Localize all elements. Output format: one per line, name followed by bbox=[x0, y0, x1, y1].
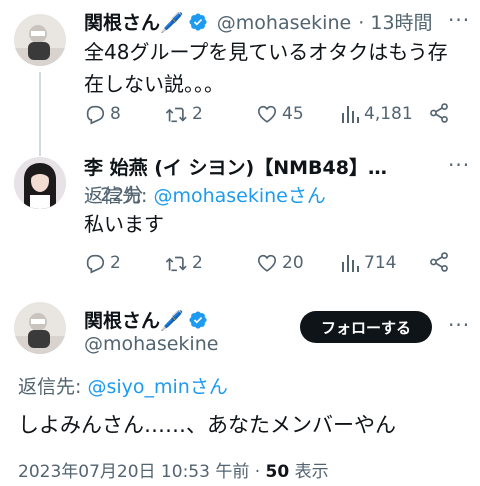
tweet-timestamp[interactable]: 2023年07月20日 10:53 午前 · bbox=[18, 462, 266, 482]
views-count: 4,181 bbox=[364, 104, 413, 124]
retweet-button[interactable]: 2 bbox=[164, 103, 203, 125]
tweet1-header: 関根さん🖊️ @mohasekine · 13時間 bbox=[84, 8, 433, 35]
tweet3-text: しよみんさん……、あなたメンバーやん bbox=[18, 413, 396, 437]
thread-line bbox=[39, 72, 41, 156]
retweet-icon bbox=[165, 107, 187, 123]
avatar-tweet2[interactable] bbox=[14, 157, 66, 209]
follow-button[interactable]: フォローする bbox=[300, 311, 432, 343]
views-icon bbox=[342, 106, 359, 123]
reply-count: 2 bbox=[110, 253, 121, 273]
views-button[interactable]: 714 bbox=[340, 252, 396, 274]
verified-icon bbox=[189, 13, 207, 31]
more-icon[interactable]: ··· bbox=[448, 153, 470, 177]
avatar-tweet3[interactable] bbox=[14, 302, 66, 354]
tweet3-handle[interactable]: @mohasekine bbox=[84, 333, 218, 355]
like-button[interactable]: 20 bbox=[256, 252, 304, 274]
tweet1-actions: 8 2 45 4,181 bbox=[84, 102, 454, 126]
reply-to-label: 返信先: bbox=[18, 376, 82, 398]
views-button[interactable]: 4,181 bbox=[340, 103, 413, 125]
more-icon[interactable]: ··· bbox=[448, 8, 470, 32]
view-label: 表示 bbox=[289, 462, 329, 482]
tweet2-actions: 2 2 20 714 bbox=[84, 251, 454, 275]
more-icon[interactable]: ··· bbox=[448, 313, 470, 337]
avatar-image bbox=[14, 157, 66, 209]
reply-button[interactable]: 2 bbox=[84, 252, 121, 274]
reply-to-link[interactable]: @mohasekineさん bbox=[153, 185, 325, 207]
tweet1-time[interactable]: · 13時間 bbox=[358, 12, 432, 34]
tweet1-handle[interactable]: @mohasekine bbox=[217, 12, 351, 34]
like-icon bbox=[257, 105, 277, 123]
tweet3-author: 関根さん🖊️ bbox=[84, 306, 208, 333]
reply-count: 8 bbox=[110, 104, 121, 124]
share-icon[interactable] bbox=[428, 102, 450, 124]
retweet-count: 2 bbox=[192, 104, 203, 124]
tweet2-text: 私います bbox=[84, 212, 164, 236]
avatar-image bbox=[14, 302, 66, 354]
tweet3-author-name[interactable]: 関根さん🖊️ bbox=[84, 310, 184, 332]
views-icon bbox=[342, 255, 359, 272]
share-icon[interactable] bbox=[428, 251, 450, 273]
retweet-button[interactable]: 2 bbox=[164, 252, 203, 274]
reply-icon bbox=[86, 105, 105, 125]
tweet1-text: 全48グループを見ているオタクはもう存在しない説。。。 bbox=[84, 40, 448, 96]
like-count: 20 bbox=[282, 253, 304, 273]
verified-icon bbox=[189, 311, 207, 329]
views-count: 714 bbox=[364, 253, 397, 273]
like-count: 45 bbox=[282, 104, 304, 124]
tweet2-author-name[interactable]: 李 始燕 (イ シヨン)【NMB48】… bbox=[84, 157, 387, 179]
like-button[interactable]: 45 bbox=[256, 103, 304, 125]
reply-icon bbox=[86, 254, 105, 274]
avatar-image bbox=[14, 14, 66, 66]
reply-to-label: 返信先: bbox=[84, 185, 148, 207]
avatar-tweet1[interactable] bbox=[14, 14, 66, 66]
tweet2-reply-context: 返信先: @mohasekineさん bbox=[84, 181, 326, 208]
retweet-count: 2 bbox=[192, 253, 203, 273]
tweet1-author-name[interactable]: 関根さん🖊️ bbox=[84, 12, 184, 34]
view-count: 50 bbox=[265, 462, 290, 482]
like-icon bbox=[257, 254, 277, 272]
retweet-icon bbox=[165, 256, 187, 272]
reply-button[interactable]: 8 bbox=[84, 103, 121, 125]
reply-to-link[interactable]: @siyo_minさん bbox=[87, 376, 227, 398]
tweet3-meta: 2023年07月20日 10:53 午前 · 50 表示 bbox=[18, 457, 329, 482]
tweet3-reply-context: 返信先: @siyo_minさん bbox=[18, 372, 228, 399]
